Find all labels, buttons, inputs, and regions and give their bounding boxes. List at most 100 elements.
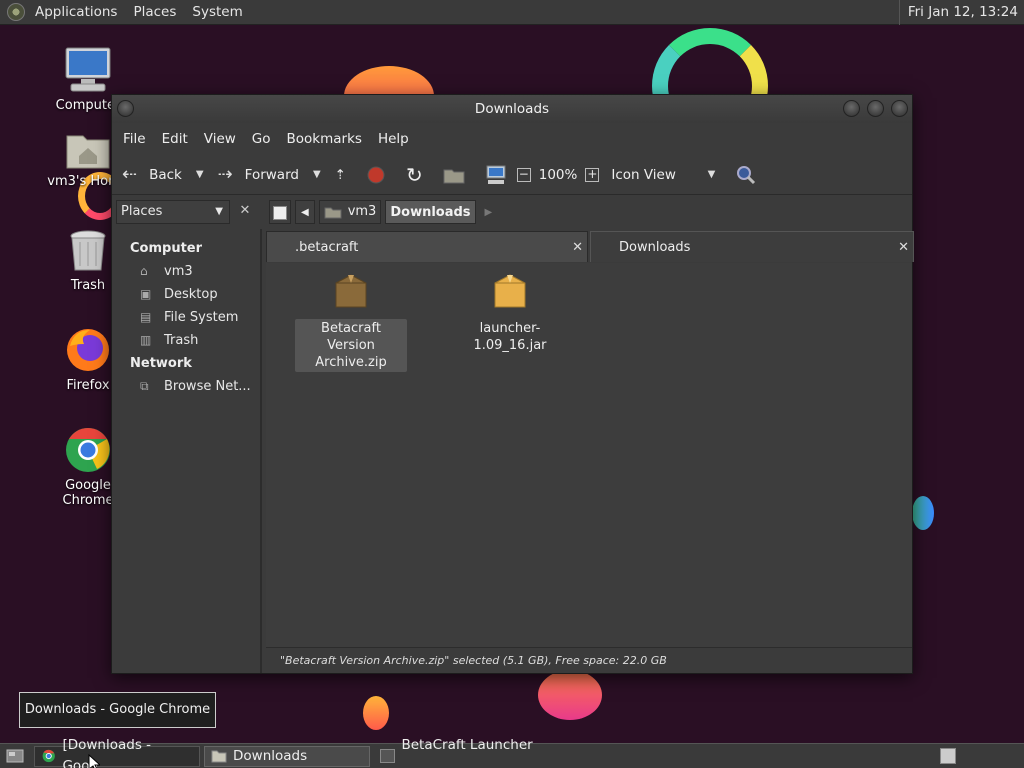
desktop-icon-label: Google Chrome: [62, 478, 114, 508]
taskbar-item-chrome[interactable]: [Downloads - Goog...: [34, 737, 200, 768]
reload-icon[interactable]: ↻: [406, 163, 423, 187]
path-bar: ◀ vm3 Downloads ▶: [269, 200, 497, 224]
places-menu[interactable]: Places: [125, 4, 184, 20]
window-menu-button[interactable]: [117, 100, 134, 117]
forward-arrow-icon: ⇢: [217, 164, 233, 185]
firefox-icon: [67, 329, 109, 371]
taskbar-item-downloads[interactable]: Downloads: [204, 745, 370, 767]
close-sidebar-icon[interactable]: ✕: [236, 200, 254, 222]
file-item[interactable]: Betacraft Version Archive.zip: [295, 273, 407, 372]
computer-icon: [65, 47, 111, 92]
applications-menu[interactable]: Applications: [27, 4, 125, 20]
taskbar-item-label: [Downloads - Goog...: [62, 737, 152, 768]
network-icon: ⧉: [140, 379, 149, 393]
up-arrow-icon[interactable]: ⇡: [335, 167, 346, 183]
window-title: Downloads: [474, 101, 550, 117]
view-mode-select[interactable]: Icon View ▼: [611, 167, 715, 183]
sidebar-item-desktop[interactable]: ▣ Desktop: [112, 283, 260, 306]
zoom-level: 100%: [538, 166, 578, 183]
tab-betacraft[interactable]: .betacraft ✕: [266, 231, 588, 262]
chrome-icon: [66, 428, 110, 472]
close-tab-icon[interactable]: ✕: [572, 232, 583, 263]
menu-bookmarks[interactable]: Bookmarks: [279, 131, 370, 147]
system-menu[interactable]: System: [184, 4, 250, 20]
distro-logo-icon[interactable]: [7, 3, 25, 21]
status-bar: "Betacraft Version Archive.zip" selected…: [266, 647, 912, 673]
forward-history-dropdown[interactable]: ▼: [313, 169, 321, 180]
sidebar-item-browse-network[interactable]: ⧉ Browse Net...: [112, 375, 260, 398]
search-icon[interactable]: [735, 164, 757, 186]
java-archive-icon: [494, 274, 526, 308]
sidebar-item-label: vm3: [164, 264, 193, 279]
clock[interactable]: Fri Jan 12, 13:24: [898, 0, 1024, 25]
forward-button[interactable]: ⇢ Forward: [218, 164, 299, 185]
show-desktop-icon: [6, 749, 24, 763]
path-scroll-left-button[interactable]: ◀: [295, 200, 315, 224]
bottom-taskbar: [Downloads - Goog... Downloads BetaCraft…: [0, 737, 1024, 768]
back-history-dropdown[interactable]: ▼: [196, 169, 204, 180]
path-segment-vm3[interactable]: vm3: [318, 200, 382, 224]
back-button[interactable]: ⇠ Back: [122, 164, 182, 185]
sidebar-type-select[interactable]: Places ▼: [116, 200, 230, 224]
taskbar-item-betacraft[interactable]: BetaCraft Launcher ...: [374, 737, 544, 768]
path-segment-downloads[interactable]: Downloads: [385, 200, 476, 224]
zoom-out-icon[interactable]: −: [516, 167, 531, 182]
close-tab-icon[interactable]: ✕: [898, 232, 909, 263]
close-button[interactable]: [891, 100, 908, 117]
home-icon: ⌂: [140, 264, 148, 278]
sidebar-type-label: Places: [121, 204, 163, 219]
tab-downloads[interactable]: Downloads ✕: [590, 231, 914, 262]
window-titlebar[interactable]: Downloads: [112, 95, 912, 123]
back-label: Back: [149, 166, 182, 183]
menu-file[interactable]: File: [115, 131, 154, 147]
trash-icon: [70, 230, 106, 271]
menu-view[interactable]: View: [196, 131, 244, 147]
sidebar-header-network: Network: [130, 356, 192, 371]
path-segment-label: vm3: [347, 204, 377, 219]
computer-icon[interactable]: [485, 165, 507, 185]
zoom-in-icon[interactable]: +: [585, 167, 600, 182]
minimize-button[interactable]: [843, 100, 860, 117]
home-icon[interactable]: [443, 166, 465, 184]
file-manager-window: Downloads File Edit View Go Bookmarks He…: [111, 94, 914, 674]
tab-label: .betacraft: [295, 240, 359, 255]
taskbar-tooltip: Downloads - Google Chrome: [19, 692, 216, 728]
menu-go[interactable]: Go: [244, 131, 279, 147]
sidebar-item-label: File System: [164, 310, 239, 325]
menu-help[interactable]: Help: [370, 131, 417, 147]
file-name: Betacraft Version Archive.zip: [295, 319, 407, 372]
taskbar-item-label: Downloads: [233, 747, 308, 764]
background-small-orange-blob: [363, 696, 389, 730]
path-scroll-right-button[interactable]: ▶: [480, 207, 498, 218]
home-icon: [324, 207, 342, 219]
forward-label: Forward: [244, 166, 299, 183]
sidebar-item-file-system[interactable]: ▤ File System: [112, 306, 260, 329]
file-item[interactable]: launcher-1.09_16.jar: [454, 273, 566, 355]
desktop-icon-label: Firefox: [66, 378, 110, 393]
content-pane: .betacraft ✕ Downloads ✕ Betacraft Versi…: [266, 229, 914, 673]
top-panel-menus: Applications Places System: [27, 0, 251, 25]
workspace-switcher-icon[interactable]: [940, 748, 956, 764]
menu-edit[interactable]: Edit: [154, 131, 196, 147]
toolbar: ⇠ Back ▼ ⇢ Forward ▼ ⇡ ↻ − 100% + Icon V…: [112, 155, 912, 195]
show-desktop-button[interactable]: [4, 745, 26, 767]
maximize-button[interactable]: [867, 100, 884, 117]
desktop-icon-label: Trash: [70, 278, 106, 293]
folder-icon: [211, 750, 227, 763]
sidebar-item-vm3[interactable]: ⌂ vm3: [112, 260, 260, 283]
menubar: File Edit View Go Bookmarks Help: [112, 123, 912, 155]
view-mode-label: Icon View: [611, 166, 676, 183]
chrome-icon: [42, 749, 55, 763]
drive-icon: ▤: [140, 310, 152, 324]
betacraft-icon: [380, 749, 396, 763]
file-name: launcher-1.09_16.jar: [473, 321, 547, 353]
desktop-folder-icon: ▣: [140, 287, 152, 301]
sidebar-header-computer: Computer: [130, 241, 203, 256]
taskbar-item-label: BetaCraft Launcher ...: [401, 737, 533, 768]
stop-icon[interactable]: [366, 165, 386, 185]
edit-icon: [273, 205, 287, 220]
sidebar-item-trash[interactable]: ▥ Trash: [112, 329, 260, 352]
toggle-location-entry-button[interactable]: [269, 200, 291, 224]
sidebar-item-label: Trash: [164, 333, 199, 348]
file-icon-view[interactable]: Betacraft Version Archive.zip launcher-1…: [266, 263, 912, 647]
